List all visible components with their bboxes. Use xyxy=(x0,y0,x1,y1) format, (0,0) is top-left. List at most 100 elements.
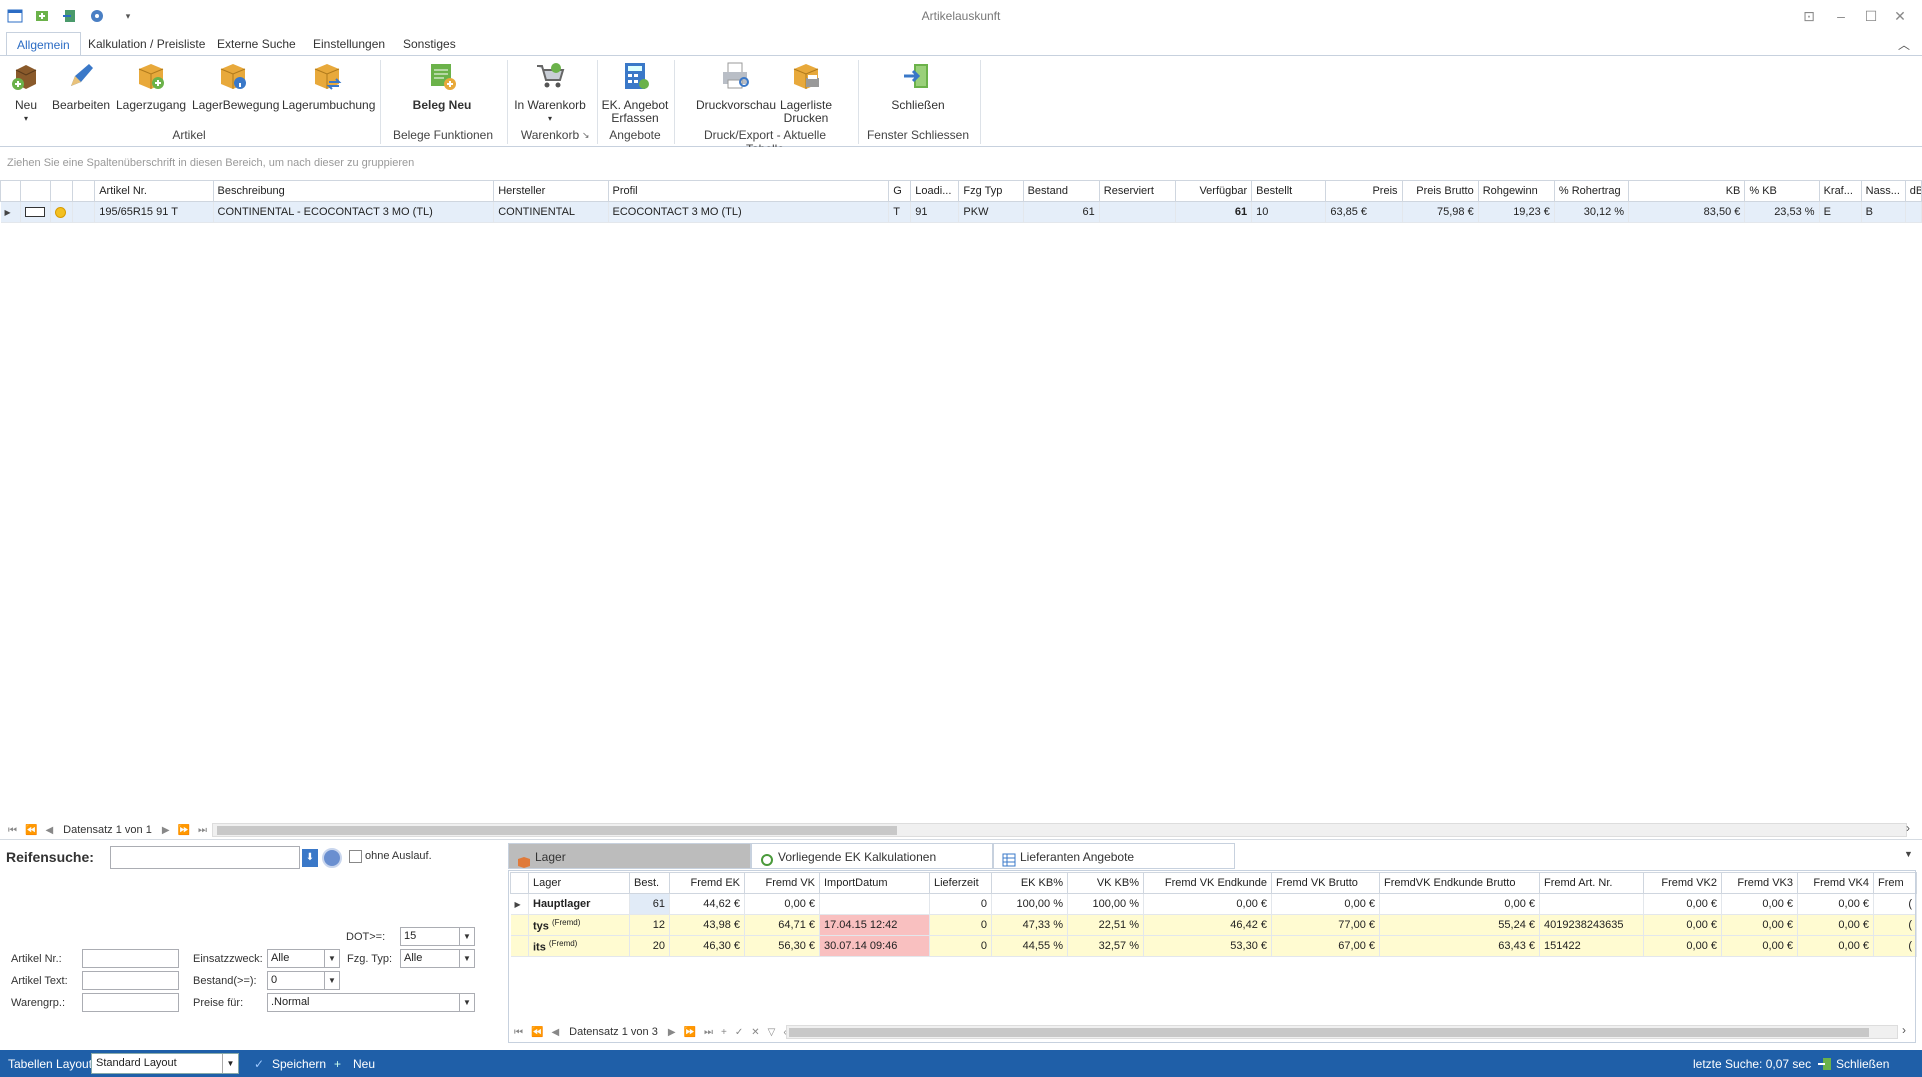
scrollbar-thumb[interactable] xyxy=(217,826,897,835)
cell-fremd-vk-brutto[interactable]: 67,00 € xyxy=(1271,935,1380,957)
tab-einstellungen[interactable]: Einstellungen xyxy=(303,32,395,56)
nav-last-icon[interactable]: ⏭ xyxy=(198,825,207,836)
tabellen-layout-select[interactable]: Standard Layout ▼ xyxy=(91,1053,239,1074)
nav-next-icon[interactable]: ▶ xyxy=(668,1027,676,1038)
col-fremd-vk[interactable]: Fremd VK xyxy=(744,872,820,894)
lagerliste-drucken-button[interactable]: Lagerliste Drucken xyxy=(776,60,836,125)
lager-grid-horizontal-scrollbar[interactable] xyxy=(786,1025,1898,1039)
cell-fremd-art-nr[interactable]: 151422 xyxy=(1539,935,1644,957)
bearbeiten-button[interactable]: Bearbeiten xyxy=(52,60,110,112)
table-row[interactable]: ▶ Hauptlager 61 44,62 € 0,00 € 0 100,00 … xyxy=(510,893,1917,915)
table-row[interactable]: its (Fremd) 20 46,30 € 56,30 € 30.07.14 … xyxy=(510,935,1917,957)
col-best[interactable]: Best. xyxy=(629,872,670,894)
col-preis-brutto[interactable]: Preis Brutto xyxy=(1401,180,1479,202)
cell-fremd-vk2[interactable]: 0,00 € xyxy=(1643,935,1722,957)
cell-fremd-art-nr[interactable]: 4019238243635 xyxy=(1539,914,1644,936)
cell-preis-brutto[interactable]: 75,98 € xyxy=(1402,201,1479,223)
col-bestand[interactable]: Bestand xyxy=(1022,180,1100,202)
col-reserviert[interactable]: Reserviert xyxy=(1098,180,1176,202)
row-expand-icon[interactable]: ▶ xyxy=(0,201,22,223)
nav-cancel-icon[interactable]: ✕ xyxy=(751,1027,759,1038)
cell-best[interactable]: 12 xyxy=(629,914,670,936)
cell-fremd-vk3[interactable]: 0,00 € xyxy=(1721,893,1798,915)
nav-confirm-icon[interactable]: ✓ xyxy=(735,1027,743,1038)
col-lager[interactable]: Lager xyxy=(528,872,630,894)
cell-verfuegbar[interactable]: 61 xyxy=(1175,201,1253,223)
neu-button[interactable]: Neu ▾ xyxy=(6,60,46,125)
cell-fremd-vk3[interactable]: 0,00 € xyxy=(1721,935,1798,957)
col-loadindex[interactable]: Loadi... xyxy=(910,180,960,202)
col-importdatum[interactable]: ImportDatum xyxy=(819,872,930,894)
warengrp-input[interactable] xyxy=(82,993,179,1012)
cell-importdatum[interactable]: 17.04.15 12:42 xyxy=(819,914,930,936)
beleg-neu-button[interactable]: Beleg Neu xyxy=(404,60,480,112)
minimize-icon[interactable]: – xyxy=(1830,6,1852,26)
nav-first-icon[interactable]: ⏮ xyxy=(514,1027,523,1038)
col-kb-percent[interactable]: % KB xyxy=(1744,180,1820,202)
cell-kb-percent[interactable]: 23,53 % xyxy=(1744,201,1820,223)
lagerbewegung-button[interactable]: LagerBewegung xyxy=(192,60,279,112)
cell-fremd-more[interactable]: ( xyxy=(1873,893,1917,915)
col-fremd-vk-brutto[interactable]: Fremd VK Brutto xyxy=(1271,872,1380,894)
cell-g[interactable]: T xyxy=(888,201,912,223)
tab-lager[interactable]: Lager xyxy=(508,843,751,869)
col-fremd-art-nr[interactable]: Fremd Art. Nr. xyxy=(1539,872,1644,894)
tabs-dropdown-icon[interactable]: ▼ xyxy=(1904,849,1913,859)
nav-next-page-icon[interactable]: ⏩ xyxy=(684,1027,696,1038)
nav-first-icon[interactable]: ⏮ xyxy=(8,825,17,836)
cell-fremd-vk3[interactable]: 0,00 € xyxy=(1721,914,1798,936)
tab-allgemein[interactable]: Allgemein xyxy=(6,32,81,56)
cell-ek-kb[interactable]: 100,00 % xyxy=(991,893,1068,915)
cell-fremd-vk-endkunde[interactable]: 53,30 € xyxy=(1143,935,1272,957)
dot-select[interactable]: 15 ▼ xyxy=(400,927,475,946)
cell-fremd-ek[interactable]: 44,62 € xyxy=(669,893,745,915)
col-vk-kb[interactable]: VK KB% xyxy=(1067,872,1144,894)
cell-fremd-more[interactable]: ( xyxy=(1873,914,1917,936)
row-expand-icon[interactable]: ▶ xyxy=(510,893,529,915)
cell-fremd-vk4[interactable]: 0,00 € xyxy=(1797,935,1874,957)
col-fremd-ek[interactable]: Fremd EK xyxy=(669,872,745,894)
image-column-header[interactable] xyxy=(20,180,52,202)
col-ek-kb[interactable]: EK KB% xyxy=(991,872,1068,894)
col-fremdvk-endkunde-brutto[interactable]: FremdVK Endkunde Brutto xyxy=(1379,872,1540,894)
cell-beschreibung[interactable]: CONTINENTAL - ECOCONTACT 3 MO (TL) xyxy=(213,201,495,223)
splitter[interactable] xyxy=(0,839,1922,840)
cell-rohgewinn[interactable]: 19,23 € xyxy=(1478,201,1555,223)
nav-prev-icon[interactable]: ◀ xyxy=(45,825,53,836)
col-fremd-vk2[interactable]: Fremd VK2 xyxy=(1643,872,1722,894)
cell-loadindex[interactable]: 91 xyxy=(910,201,960,223)
col-preis[interactable]: Preis xyxy=(1325,180,1403,202)
cell-lager[interactable]: tys (Fremd) xyxy=(528,914,630,936)
col-kb[interactable]: KB xyxy=(1628,180,1746,202)
cell-importdatum[interactable]: 30.07.14 09:46 xyxy=(819,935,930,957)
druckvorschau-button[interactable]: Druckvorschau xyxy=(694,60,778,112)
ek-angebot-button[interactable]: EK. Angebot Erfassen xyxy=(600,60,670,125)
cell-fremdvk-endkunde-brutto[interactable]: 63,43 € xyxy=(1379,935,1540,957)
cell-fremd-vk[interactable]: 56,30 € xyxy=(744,935,820,957)
warenkorb-dialog-launcher-icon[interactable]: ↘ xyxy=(582,130,590,141)
col-bestellt[interactable]: Bestellt xyxy=(1251,180,1327,202)
status-column-header[interactable] xyxy=(50,180,74,202)
cell-lager[interactable]: its (Fremd) xyxy=(528,935,630,957)
cell-db[interactable] xyxy=(1905,201,1922,223)
cell-lager[interactable]: Hauptlager xyxy=(528,893,630,915)
cell-artikel-nr[interactable]: 195/65R15 91 T xyxy=(94,201,214,223)
nav-prev-page-icon[interactable]: ⏪ xyxy=(531,1027,543,1038)
nav-prev-page-icon[interactable]: ⏪ xyxy=(25,825,37,836)
cell-fremdvk-endkunde-brutto[interactable]: 0,00 € xyxy=(1379,893,1540,915)
restore-ribbon-icon[interactable]: ⊡ xyxy=(1798,6,1820,26)
lagerzugang-button[interactable]: Lagerzugang xyxy=(116,60,186,112)
col-hersteller[interactable]: Hersteller xyxy=(493,180,609,202)
cell-fremd-vk2[interactable]: 0,00 € xyxy=(1643,914,1722,936)
col-beschreibung[interactable]: Beschreibung xyxy=(212,180,495,202)
cell-best[interactable]: 20 xyxy=(629,935,670,957)
close-icon[interactable]: ✕ xyxy=(1889,6,1911,26)
schliessen-button[interactable]: Schließen xyxy=(880,60,956,112)
col-g[interactable]: G xyxy=(888,180,912,202)
tab-lieferanten-angebote[interactable]: Lieferanten Angebote xyxy=(993,843,1235,869)
col-fremd-vk-endkunde[interactable]: Fremd VK Endkunde xyxy=(1143,872,1272,894)
tab-externe-suche[interactable]: Externe Suche xyxy=(207,32,306,56)
scroll-right-icon[interactable]: › xyxy=(1902,1023,1906,1037)
main-grid-horizontal-scrollbar[interactable] xyxy=(212,823,1907,837)
col-kraftstoff[interactable]: Kraf... xyxy=(1818,180,1862,202)
